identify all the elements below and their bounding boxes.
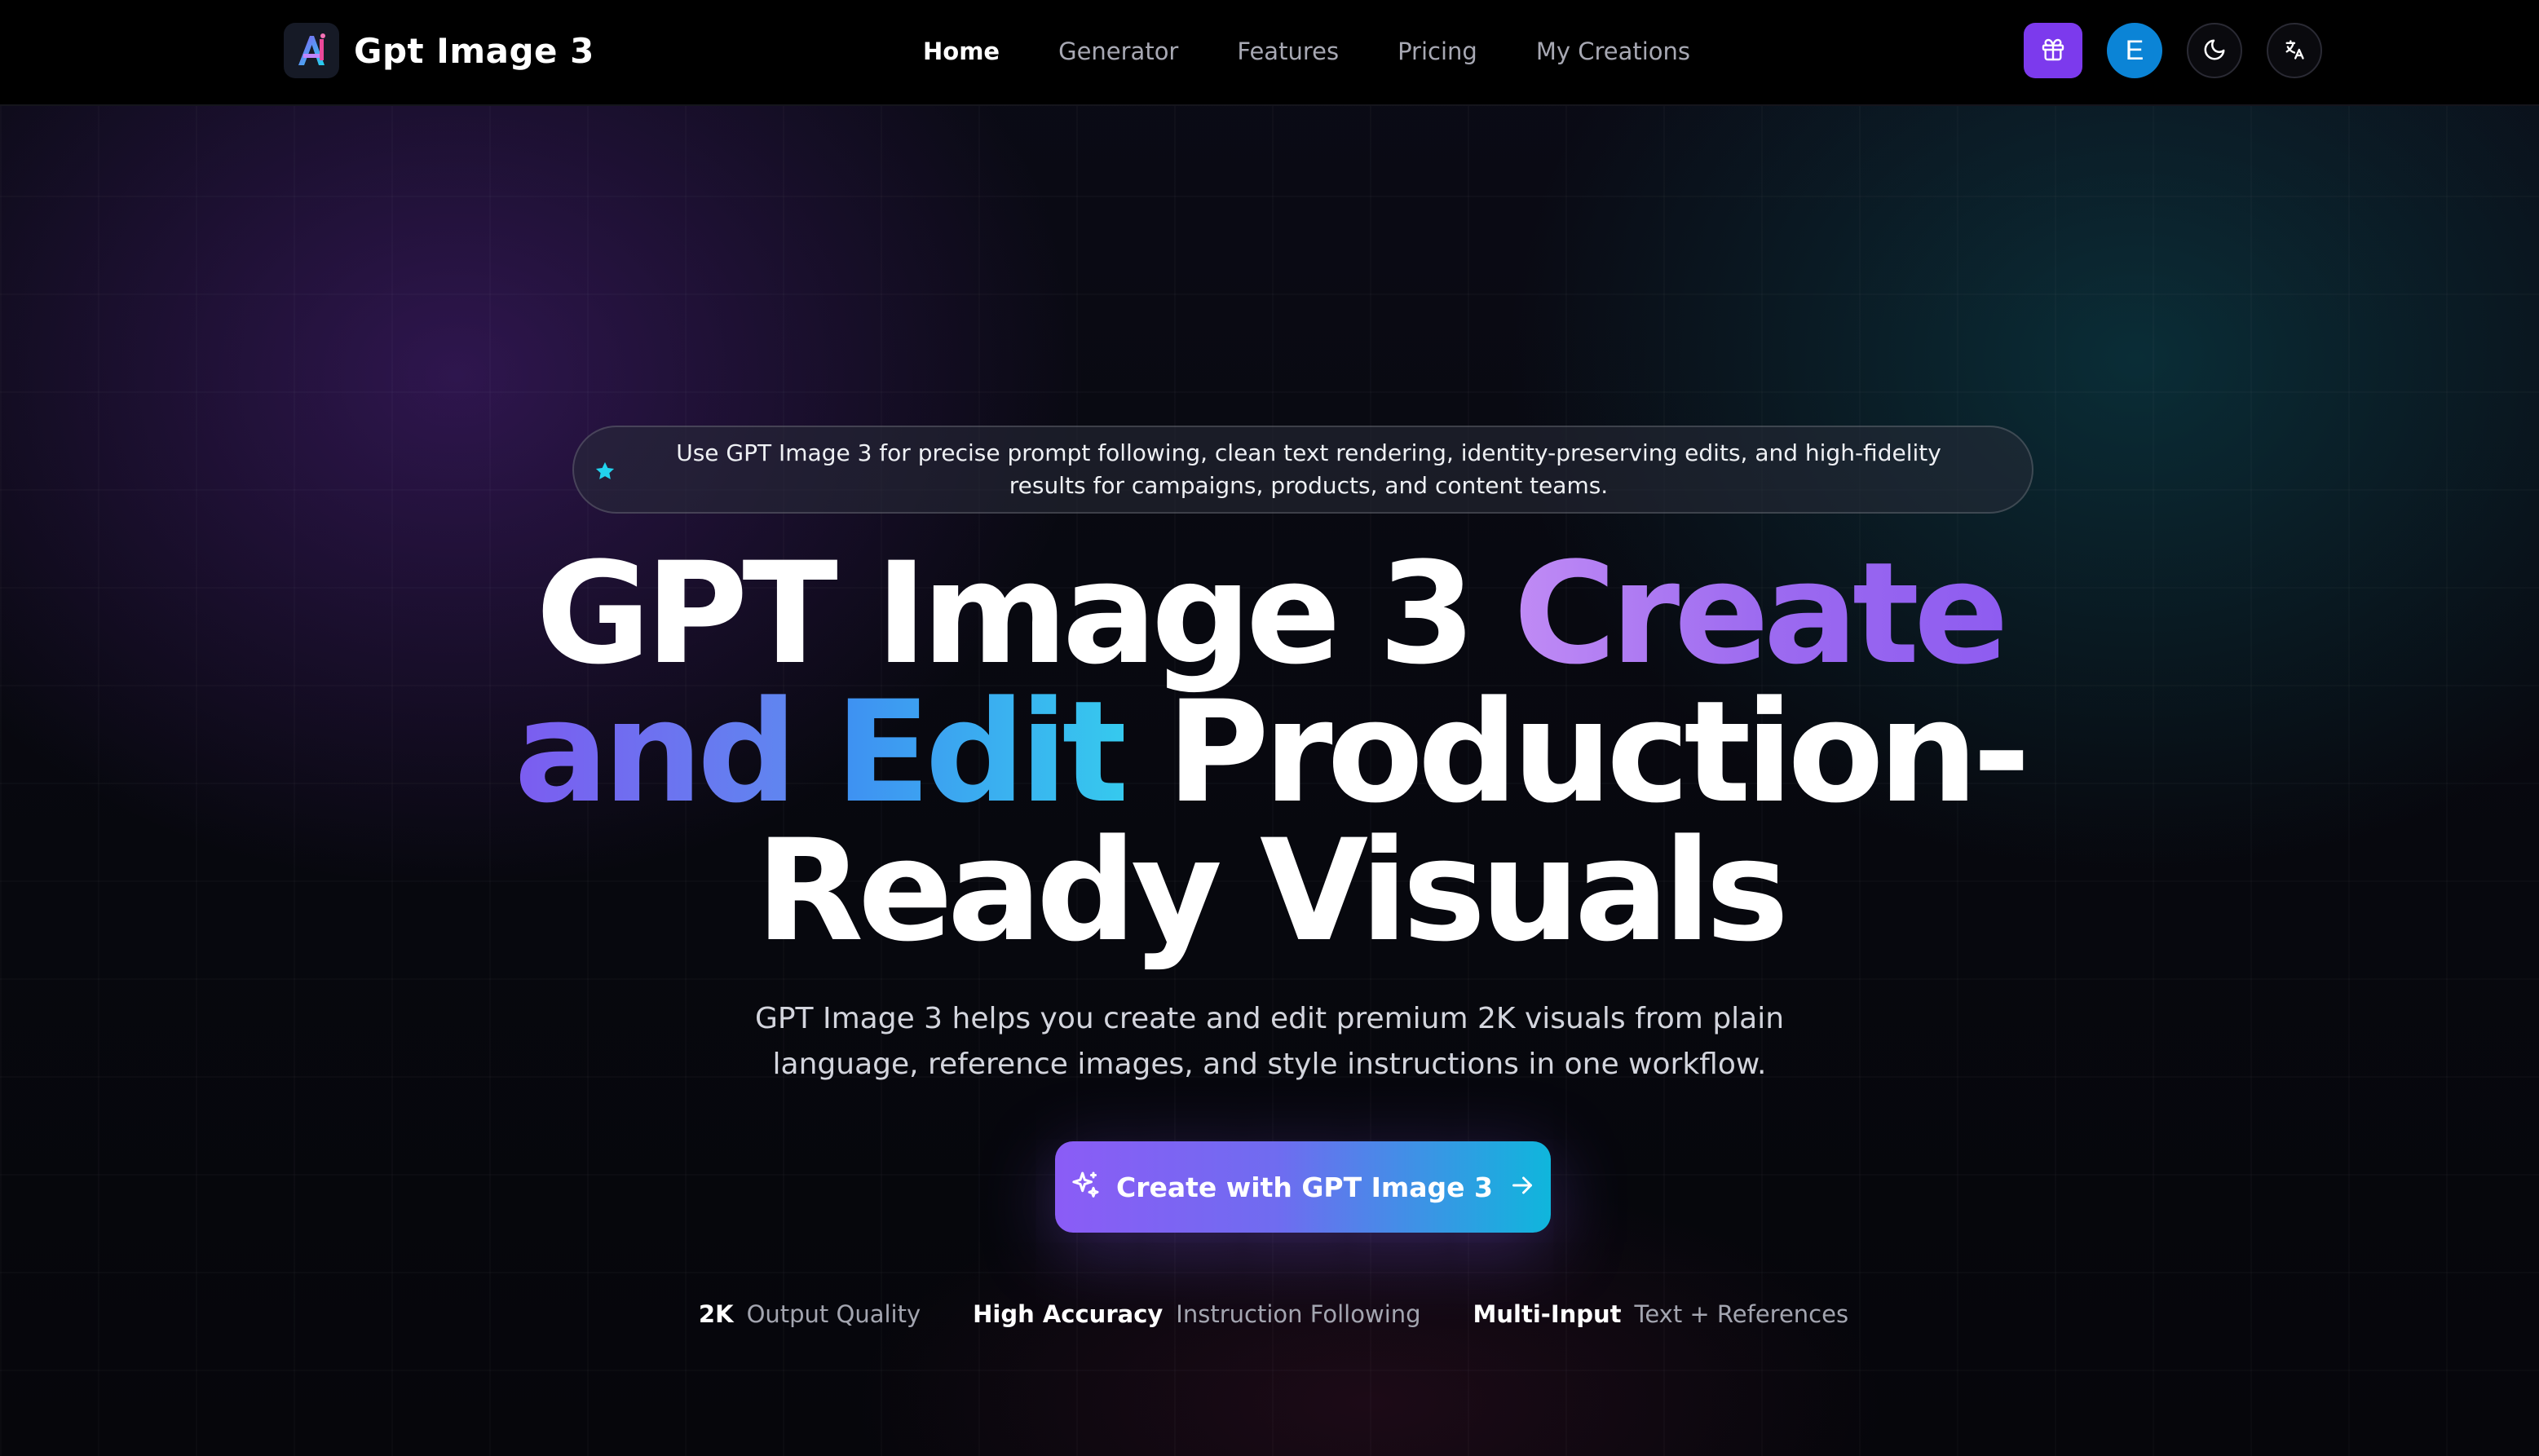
brand-name: Gpt Image 3 xyxy=(354,30,594,71)
brand-link[interactable]: Gpt Image 3 xyxy=(284,23,594,78)
main-nav: Home Generator Features Pricing My Creat… xyxy=(923,33,1690,70)
stat-value: Multi-Input xyxy=(1473,1300,1622,1328)
stat-item: 2K Output Quality xyxy=(699,1300,921,1328)
theme-toggle-button[interactable] xyxy=(2187,23,2242,78)
nav-link-my-creations[interactable]: My Creations xyxy=(1536,38,1690,65)
stat-item: Multi-Input Text + References xyxy=(1473,1300,1849,1328)
nav-actions: E xyxy=(2024,23,2322,78)
language-button[interactable] xyxy=(2267,23,2322,78)
stat-item: High Accuracy Instruction Following xyxy=(973,1300,1420,1328)
hero-subtitle: GPT Image 3 helps you create and edit pr… xyxy=(754,1002,1785,1081)
hero-title-line-2: and Edit Production- xyxy=(454,682,2085,823)
navbar: Gpt Image 3 Home Generator Features Pric… xyxy=(0,0,2539,106)
create-cta-button[interactable]: Create with GPT Image 3 xyxy=(1055,1141,1551,1233)
nav-link-pricing[interactable]: Pricing xyxy=(1398,38,1477,65)
page: Gpt Image 3 Home Generator Features Pric… xyxy=(0,0,2539,1456)
translate-icon xyxy=(2283,38,2306,64)
nav-link-generator[interactable]: Generator xyxy=(1058,38,1178,65)
hero-title-line-3: Ready Visuals xyxy=(755,809,1790,973)
stat-label: Output Quality xyxy=(746,1300,921,1328)
hero-title: GPT Image 3 Create and Edit Production- … xyxy=(454,544,2085,973)
announcement-text: Use GPT Image 3 for precise prompt follo… xyxy=(676,439,1941,499)
ai-logo-icon xyxy=(284,23,339,78)
arrow-right-icon xyxy=(1508,1171,1537,1203)
avatar-initial: E xyxy=(2125,34,2144,66)
announcement-banner: Use GPT Image 3 for precise prompt follo… xyxy=(572,426,2033,514)
hero-stats: 2K Output Quality High Accuracy Instruct… xyxy=(0,1296,2539,1332)
star-icon xyxy=(594,460,616,483)
sparkles-icon xyxy=(1069,1169,1102,1205)
stat-label: Instruction Following xyxy=(1176,1300,1421,1328)
nav-link-features[interactable]: Features xyxy=(1237,38,1339,65)
user-avatar-button[interactable]: E xyxy=(2107,23,2162,78)
gift-icon xyxy=(2040,37,2066,65)
stat-value: 2K xyxy=(698,1300,734,1328)
stat-value: High Accuracy xyxy=(973,1300,1164,1328)
gift-button[interactable] xyxy=(2024,23,2082,78)
stat-label: Text + References xyxy=(1634,1300,1849,1328)
cta-label: Create with GPT Image 3 xyxy=(1116,1171,1493,1203)
hero-title-line-1: GPT Image 3 Create xyxy=(454,544,2085,684)
moon-icon xyxy=(2202,38,2227,64)
nav-link-home[interactable]: Home xyxy=(923,38,1000,65)
